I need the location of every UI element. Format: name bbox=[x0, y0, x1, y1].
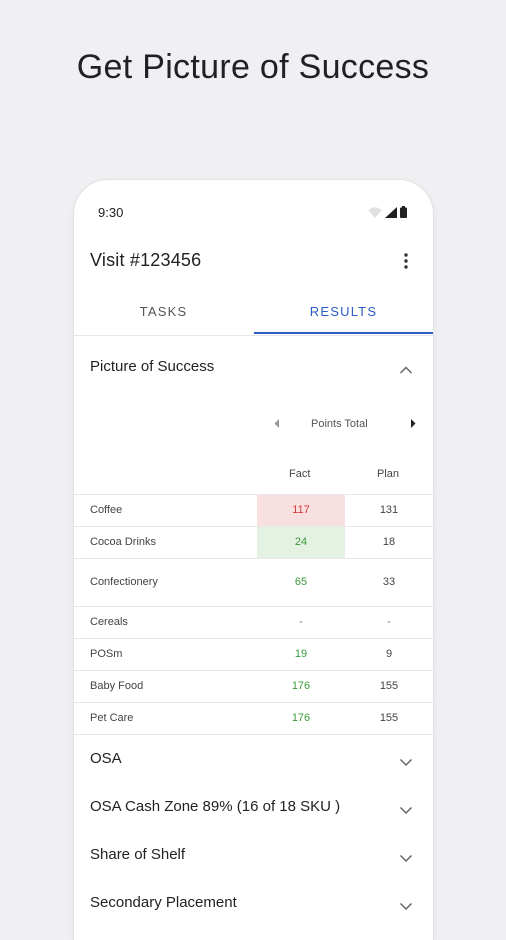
row-category: Cereals bbox=[90, 616, 128, 628]
row-fact: 117 bbox=[257, 495, 345, 526]
row-category: Cocoa Drinks bbox=[90, 536, 157, 548]
app-bar: Visit #123456 bbox=[74, 244, 433, 284]
row-category: Coffee bbox=[90, 504, 123, 516]
row-plan: 33 bbox=[382, 576, 396, 588]
arrow-right-icon[interactable] bbox=[410, 419, 416, 431]
status-icons bbox=[368, 206, 407, 218]
row-fact: 24 bbox=[257, 527, 345, 558]
page-headline: Get Picture of Success bbox=[76, 48, 430, 86]
row-plan: - bbox=[387, 616, 391, 628]
section-item[interactable]: Secondary Placement bbox=[74, 884, 433, 924]
battery-icon bbox=[400, 206, 407, 218]
row-plan: 131 bbox=[379, 504, 399, 516]
visit-title: Visit #123456 bbox=[90, 250, 202, 270]
arrow-left-icon[interactable] bbox=[274, 419, 280, 431]
row-plan: 18 bbox=[382, 536, 396, 548]
chevron-up-icon bbox=[399, 362, 413, 374]
points-nav: Points Total bbox=[74, 415, 433, 435]
points-label: Points Total bbox=[311, 418, 368, 430]
row-fact: 65 bbox=[294, 576, 308, 588]
row-plan: 9 bbox=[385, 648, 393, 660]
section-title: OSA bbox=[90, 750, 122, 767]
table-row: Pet Care 176 155 bbox=[74, 703, 433, 735]
row-plan: 155 bbox=[379, 712, 399, 724]
section-title: OSA Cash Zone 89% (16 of 18 SKU ) bbox=[90, 798, 341, 815]
column-fact: Fact bbox=[289, 468, 311, 480]
phone-frame: 9:30 Visit #123456 TASKS RESULTS Picture… bbox=[74, 180, 433, 940]
tab-bar: TASKS RESULTS bbox=[74, 292, 433, 336]
section-title: Share of Shelf bbox=[90, 846, 186, 863]
tab-tasks[interactable]: TASKS bbox=[74, 292, 253, 334]
section-item[interactable]: OSA Cash Zone 89% (16 of 18 SKU ) bbox=[74, 788, 433, 828]
section-item[interactable]: Share of Shelf bbox=[74, 836, 433, 876]
row-plan: 155 bbox=[379, 680, 399, 692]
table-row: Cereals - - bbox=[74, 607, 433, 639]
table-row: POSm 19 9 bbox=[74, 639, 433, 671]
row-divider bbox=[74, 734, 433, 735]
tab-results[interactable]: RESULTS bbox=[254, 292, 433, 334]
section-picture-of-success[interactable]: Picture of Success bbox=[74, 348, 433, 388]
status-time: 9:30 bbox=[98, 205, 124, 220]
table-row: Coffee 117 131 bbox=[74, 495, 433, 527]
row-category: Pet Care bbox=[90, 712, 134, 724]
row-fact: 19 bbox=[294, 648, 308, 660]
section-title: Picture of Success bbox=[90, 358, 215, 375]
row-category: Baby Food bbox=[90, 680, 144, 692]
row-category: Confectionery bbox=[90, 576, 158, 588]
table-row: Baby Food 176 155 bbox=[74, 671, 433, 703]
status-bar: 9:30 bbox=[74, 180, 433, 244]
signal-icon bbox=[385, 207, 397, 218]
section-item[interactable]: OSA bbox=[74, 740, 433, 780]
row-fact: - bbox=[299, 616, 303, 628]
chevron-down-icon bbox=[399, 754, 413, 767]
row-fact: 176 bbox=[291, 712, 311, 724]
table-row: Confectionery 65 33 bbox=[74, 559, 433, 607]
chevron-down-icon bbox=[399, 850, 413, 863]
section-title: Secondary Placement bbox=[90, 894, 237, 911]
row-fact: 176 bbox=[291, 680, 311, 692]
more-vert-icon[interactable] bbox=[401, 251, 411, 271]
wifi-icon bbox=[368, 207, 382, 218]
chevron-down-icon bbox=[399, 802, 413, 815]
table-row: Cocoa Drinks 24 18 bbox=[74, 527, 433, 559]
column-plan: Plan bbox=[377, 468, 400, 480]
row-category: POSm bbox=[90, 648, 123, 660]
